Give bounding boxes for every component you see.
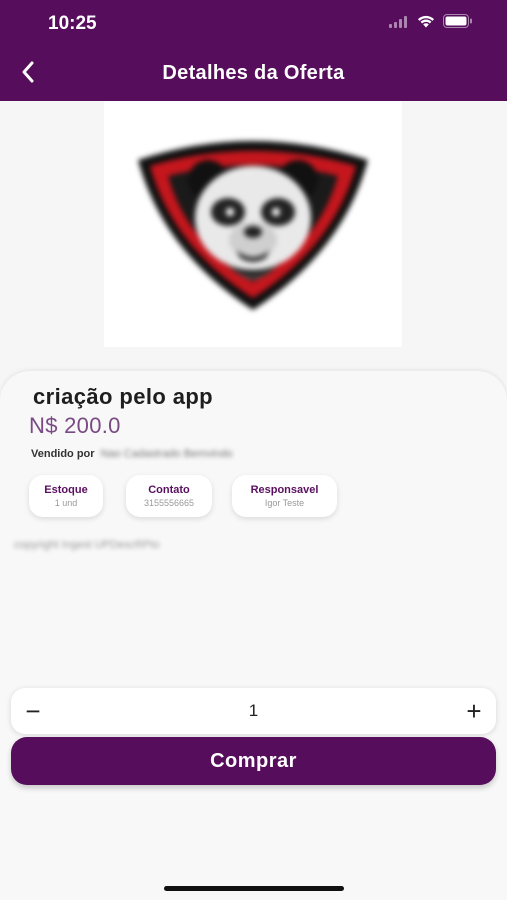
wifi-icon [417, 15, 435, 33]
product-image [104, 101, 402, 347]
chip-title: Contato [148, 484, 190, 496]
quantity-stepper: − 1 + [11, 688, 496, 734]
buy-button[interactable]: Comprar [11, 737, 496, 785]
app-header: 10:25 Detalhes da Oferta [0, 0, 507, 101]
nav-bar: Detalhes da Oferta [0, 50, 507, 98]
chip-title: Responsavel [250, 484, 319, 496]
product-title: criação pelo app [33, 384, 214, 409]
product-price: N$ 200.0 [29, 413, 121, 438]
chip-value: 1 und [54, 498, 78, 508]
chip-responsible: Responsavel Igor Teste [232, 475, 337, 517]
chip-stock: Estoque 1 und [29, 475, 103, 517]
status-time: 10:25 [48, 13, 97, 34]
chip-contact[interactable]: Contato 3155556665 [126, 475, 212, 517]
increment-button[interactable]: + [452, 688, 496, 734]
chip-value: 3155556665 [143, 498, 195, 508]
cellular-signal-icon [389, 15, 409, 33]
page-title: Detalhes da Oferta [162, 62, 345, 84]
product-description: copyright Ingest UPDescRPto [14, 539, 160, 551]
status-bar: 10:25 [0, 0, 507, 48]
seller-name: Nao Cadastrado Bemvindo [100, 448, 233, 460]
battery-icon [443, 14, 473, 33]
seller-label: Vendido por [31, 448, 95, 460]
chip-title: Estoque [44, 484, 88, 496]
seller-row: Vendido por Nao Cadastrado Bemvindo [31, 448, 233, 460]
chip-value: Igor Teste [264, 498, 305, 508]
home-indicator [164, 886, 344, 891]
decrement-button[interactable]: − [11, 688, 55, 734]
quantity-value: 1 [248, 701, 259, 720]
status-icons [389, 14, 473, 33]
panda-mascot-logo [128, 132, 378, 317]
